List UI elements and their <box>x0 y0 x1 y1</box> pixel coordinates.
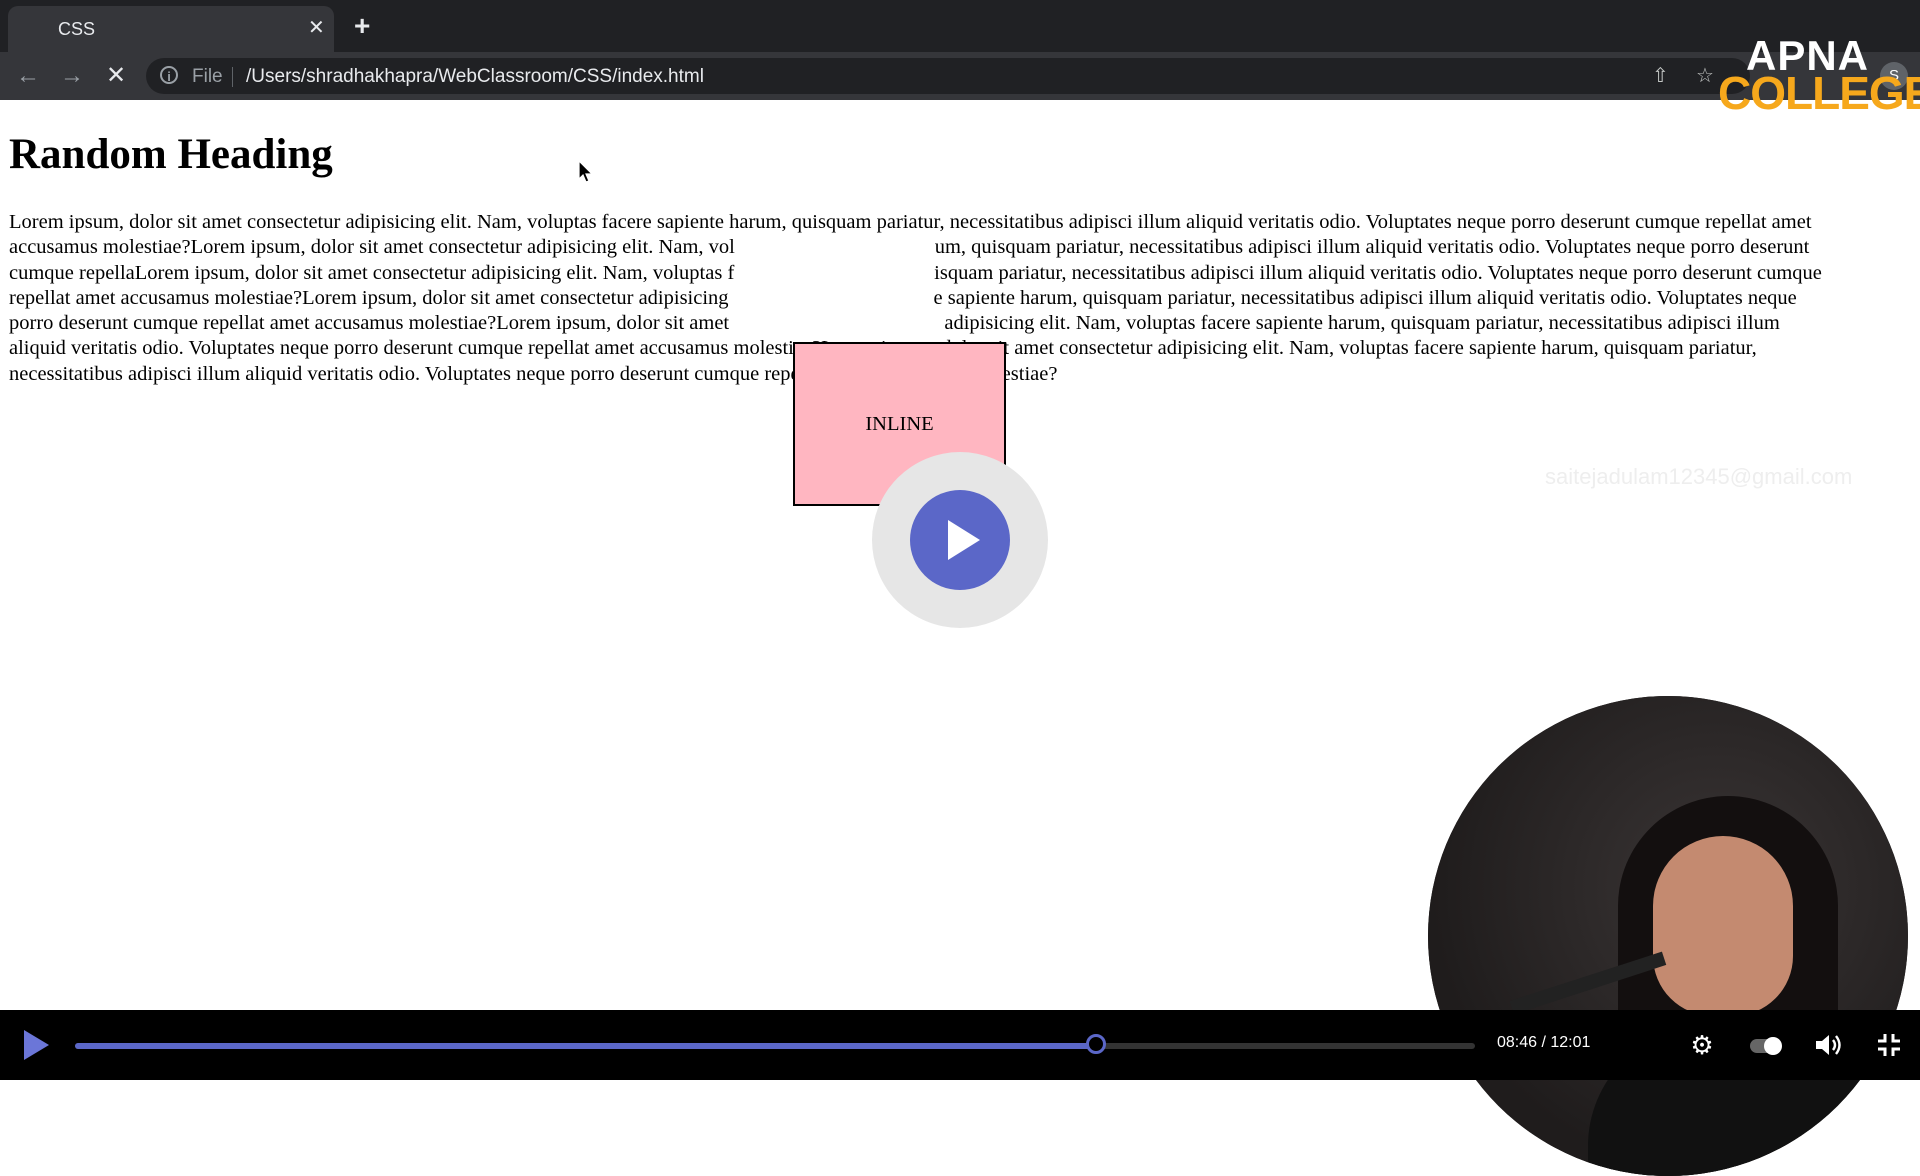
tab-title: CSS <box>58 19 96 39</box>
paragraph-line: Lorem ipsum, dolor sit amet consectetur … <box>9 211 1812 233</box>
web-page-content: Random Heading Lorem ipsum, dolor sit am… <box>9 100 1920 506</box>
seek-bar[interactable] <box>75 1034 1475 1054</box>
page-heading: Random Heading <box>9 131 333 178</box>
mouse-cursor-icon <box>578 160 594 183</box>
new-tab-button[interactable]: + <box>354 12 370 40</box>
url-text[interactable]: /Users/shradhakhapra/WebClassroom/CSS/in… <box>246 66 704 88</box>
time-display: 08:46 / 12:01 <box>1497 1034 1591 1051</box>
webcam-overlay <box>1428 696 1908 1176</box>
browser-tab[interactable]: CSS ✕ <box>8 6 334 52</box>
toggle-knob <box>1764 1037 1782 1055</box>
bookmark-star-icon[interactable]: ☆ <box>1696 62 1714 90</box>
fullscreen-exit-icon[interactable] <box>1876 1032 1902 1058</box>
paragraph-line: repellat amet accusamus molestiae?Lorem … <box>9 286 1797 309</box>
close-tab-icon[interactable]: ✕ <box>308 16 325 40</box>
address-divider <box>232 67 233 87</box>
gear-icon[interactable]: ⚙ <box>1686 1029 1718 1061</box>
info-icon[interactable]: i <box>160 66 178 84</box>
autoplay-toggle[interactable] <box>1750 1037 1782 1055</box>
share-icon[interactable]: ⇧ <box>1652 62 1669 90</box>
forward-arrow-icon[interactable]: → <box>58 62 86 90</box>
url-scheme-label: File <box>192 66 223 87</box>
big-play-button[interactable] <box>910 490 1010 590</box>
seek-handle[interactable] <box>1086 1034 1107 1054</box>
paragraph-line: porro deserunt cumque repellat amet accu… <box>9 312 1780 335</box>
browser-toolbar: ← → ✕ i File /Users/shradhakhapra/WebCla… <box>0 52 1920 100</box>
paragraph-line: cumque repellaLorem ipsum, dolor sit ame… <box>9 261 1822 284</box>
inline-box-label: INLINE <box>865 413 934 435</box>
browser-tab-strip: CSS ✕ + <box>0 0 1920 52</box>
play-icon <box>948 520 980 560</box>
address-bar[interactable]: i File /Users/shradhakhapra/WebClassroom… <box>146 58 1750 94</box>
email-watermark: saitejadulam12345@gmail.com <box>1545 464 1853 489</box>
paragraph-line: accusamus molestiae?Lorem ipsum, dolor s… <box>9 236 1810 259</box>
volume-icon[interactable] <box>1814 1031 1844 1059</box>
back-arrow-icon[interactable]: ← <box>14 62 42 90</box>
presenter-face <box>1653 836 1793 1016</box>
seek-progress <box>75 1043 1097 1049</box>
play-icon[interactable] <box>24 1030 49 1060</box>
video-controls-bar: 08:46 / 12:01 ⚙ <box>0 1010 1920 1080</box>
stop-loading-icon[interactable]: ✕ <box>102 62 130 90</box>
video-play-overlay[interactable] <box>872 452 1048 628</box>
